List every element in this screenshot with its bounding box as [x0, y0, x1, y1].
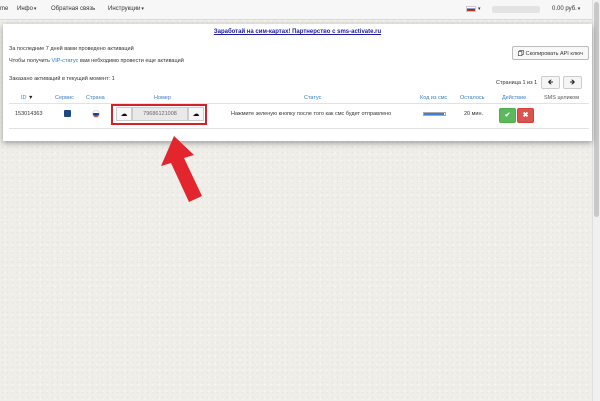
column-header-sms-full: SMS целиком [544, 95, 580, 101]
chevron-down-icon: ▾ [577, 6, 581, 12]
table-header-divider [9, 103, 589, 104]
nav-item-feedback[interactable]: Обратная связь [51, 6, 95, 12]
close-icon: ✖ [522, 112, 529, 119]
arrow-left-icon: 🡸 [547, 79, 554, 86]
nav-item-info[interactable]: Инфо▾ [17, 6, 36, 12]
remaining-time: 20 мин. [464, 111, 484, 117]
confirm-sms-sent-button[interactable]: ✔ [499, 108, 516, 123]
nav-item-home[interactable]: me [0, 6, 8, 12]
chevron-down-icon: ▾ [141, 6, 144, 12]
cancel-activation-button[interactable]: ✖ [517, 108, 534, 123]
column-header-action: Действие [502, 95, 527, 101]
vip-status-text: Чтобы получить VIP-статус вам небходимо … [9, 58, 184, 64]
ordered-activations-text: Заказано активаций в текущий момент: 1 [9, 76, 115, 82]
chevron-down-icon: ▾ [33, 6, 37, 12]
chevron-down-icon[interactable]: ▾ [478, 6, 481, 12]
column-header-number[interactable]: Номер [154, 95, 171, 101]
vk-icon [64, 110, 71, 117]
table-row-divider [9, 128, 589, 129]
activations-7days-text: За последние 7 дней вами проведено актив… [9, 46, 134, 52]
user-name-blurred[interactable] [492, 6, 540, 13]
sms-progress-bar [423, 112, 446, 116]
column-header-remaining[interactable]: Осталось [460, 95, 485, 101]
check-icon: ✔ [504, 112, 511, 119]
vip-suffix: вам небходимо провести еще активаций [78, 58, 184, 64]
column-header-service[interactable]: Сервис [55, 95, 74, 101]
column-header-id-label: ID [21, 95, 27, 101]
nav-item-instructions[interactable]: Инструкции▾ [108, 6, 144, 12]
activation-status-text: Нажмите зеленую кнопку после того как см… [231, 111, 392, 117]
prev-page-button[interactable]: 🡸 [541, 76, 560, 89]
arrow-right-icon: 🡺 [569, 79, 576, 86]
progress-fill [424, 113, 444, 115]
page-scrollbar[interactable] [592, 0, 600, 401]
copy-api-key-label: Скопировать API ключ [525, 51, 583, 57]
vip-status-link[interactable]: VIP-статус [52, 58, 79, 64]
column-header-country[interactable]: Страна [86, 95, 105, 101]
balance-menu[interactable]: 0.00 руб.▾ [552, 6, 580, 12]
next-page-button[interactable]: 🡺 [563, 76, 582, 89]
nav-item-instructions-label: Инструкции [108, 6, 141, 12]
language-flag-icon[interactable] [466, 6, 476, 12]
scrollbar-thumb[interactable] [594, 2, 599, 217]
activation-id: 153014363 [15, 111, 43, 117]
promo-link[interactable]: Заработай на сим-картах! Партнерство с s… [3, 29, 592, 35]
page-indicator: Страница 1 из 1 [496, 80, 538, 86]
vip-prefix: Чтобы получить [9, 58, 52, 64]
copy-icon [518, 50, 524, 56]
top-navbar: me Инфо▾ Обратная связь Инструкции▾ ▾ 0.… [0, 0, 592, 20]
number-highlight-box [111, 104, 207, 125]
column-header-status[interactable]: Статус [304, 95, 321, 101]
activations-panel: Заработай на сим-картах! Партнерство с s… [3, 24, 592, 141]
column-header-code[interactable]: Код из смс [420, 95, 447, 101]
red-pointer-arrow-icon [161, 136, 202, 202]
sort-desc-icon: ▼ [28, 95, 34, 101]
russia-flag-icon [92, 110, 100, 118]
copy-api-key-button[interactable]: Скопировать API ключ [512, 46, 589, 60]
nav-item-info-label: Инфо [17, 6, 33, 12]
column-header-id[interactable]: ID ▼ [21, 95, 33, 101]
balance-value: 0.00 руб. [552, 6, 577, 12]
